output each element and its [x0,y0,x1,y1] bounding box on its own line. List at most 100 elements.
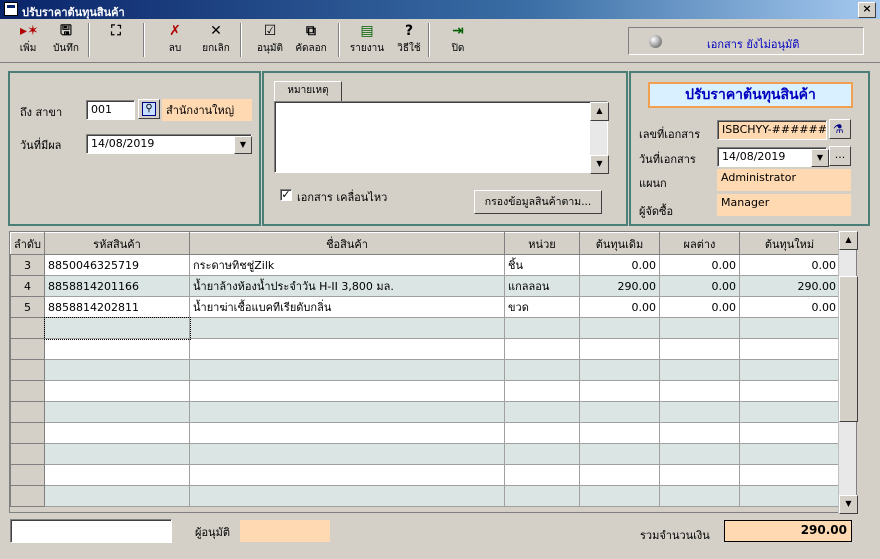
table-cell[interactable] [504,380,580,402]
table-cell[interactable] [504,359,580,381]
table-row[interactable] [10,485,840,507]
table-cell[interactable] [579,338,660,360]
column-header[interactable]: ต้นทุนเดิม [579,232,660,255]
table-cell[interactable] [504,485,580,507]
table-cell[interactable] [659,338,740,360]
table-cell[interactable]: 0.00 [659,275,740,297]
table-row[interactable]: 3 8850046325719 กระดาษทิชชู่Zilk ชิ้น 0.00 0.… [10,254,840,276]
toolbar-button-cancel[interactable]: ✕ ยกเลิก [196,21,236,59]
grid-scroll-down-icon[interactable]: ▼ [839,495,858,514]
grid-scrollbar[interactable]: ▲ ▼ [838,231,858,514]
table-cell[interactable] [579,485,660,507]
effective-date-dropdown-button[interactable]: ▼ [234,136,252,154]
table-cell[interactable] [504,422,580,444]
notes-scroll-up-icon[interactable]: ▲ [590,102,609,121]
table-cell[interactable] [659,464,740,486]
table-cell[interactable] [579,380,660,402]
toolbar-button-add[interactable]: ▸✶ เพิ่ม [8,21,48,59]
table-cell[interactable]: 8850046325719 [44,254,190,276]
table-cell[interactable] [739,359,840,381]
table-row[interactable] [10,359,840,381]
table-cell[interactable] [739,464,840,486]
table-cell[interactable]: 290.00 [579,275,660,297]
table-cell[interactable]: 0.00 [579,296,660,318]
table-cell[interactable] [659,380,740,402]
table-cell[interactable] [189,422,505,444]
table-row[interactable]: 5 8858814202811 น้ำยาฆ่าเชื้อแบคทีเรียดับก… [10,296,840,318]
table-cell[interactable] [579,317,660,339]
table-cell[interactable] [44,401,190,423]
toolbar-button-find[interactable]: ⛶ [96,21,136,59]
table-cell[interactable] [579,422,660,444]
toolbar-button-report[interactable]: ▤ รายงาน [347,21,387,59]
table-cell[interactable]: 0.00 [659,254,740,276]
table-cell[interactable] [189,443,505,465]
table-cell[interactable] [579,443,660,465]
branch-search-button[interactable]: ⚲ [138,99,160,119]
table-cell[interactable] [504,464,580,486]
column-header[interactable]: หน่วย [504,232,580,255]
branch-code-input[interactable]: 001 [86,100,135,120]
table-cell[interactable] [659,443,740,465]
table-cell[interactable] [189,401,505,423]
notes-scrollbar[interactable]: ▲ ▼ [590,102,609,174]
table-cell[interactable] [659,485,740,507]
column-header[interactable]: ผลต่าง [659,232,740,255]
table-cell[interactable]: ชิ้น [504,254,580,276]
table-row[interactable] [10,338,840,360]
table-cell[interactable]: 8858814202811 [44,296,190,318]
table-cell[interactable]: แกลลอน [504,275,580,297]
doc-no-input[interactable]: ISBCHYY-###### [717,120,827,140]
table-cell[interactable]: ขวด [504,296,580,318]
table-cell[interactable] [739,443,840,465]
table-cell[interactable] [659,317,740,339]
table-cell[interactable] [189,359,505,381]
table-cell[interactable] [44,485,190,507]
table-cell[interactable] [44,464,190,486]
table-row[interactable] [10,464,840,486]
table-cell[interactable] [189,338,505,360]
table-cell[interactable] [44,359,190,381]
effective-date-input[interactable]: 14/08/2019 [86,134,252,154]
table-cell[interactable] [504,443,580,465]
table-cell[interactable] [739,380,840,402]
table-cell[interactable] [504,401,580,423]
table-cell[interactable] [739,422,840,444]
table-cell[interactable] [189,485,505,507]
toolbar-button-delete[interactable]: ✗ ลบ [155,21,195,59]
doc-date-dropdown-button[interactable]: ▼ [811,149,829,167]
table-row[interactable] [10,380,840,402]
tab-notes[interactable]: หมายเหตุ [274,81,342,101]
table-cell[interactable] [739,317,840,339]
table-cell[interactable] [44,422,190,444]
notes-textarea[interactable] [274,101,608,173]
toolbar-button-copy[interactable]: ⧉ คัดลอก [291,21,331,59]
table-cell[interactable] [739,338,840,360]
table-cell[interactable]: 0.00 [739,296,840,318]
table-cell[interactable]: 0.00 [579,254,660,276]
notes-scroll-down-icon[interactable]: ▼ [590,155,609,174]
table-cell[interactable] [579,464,660,486]
table-cell[interactable] [44,443,190,465]
table-cell[interactable] [43,316,191,340]
table-cell[interactable]: 8858814201166 [44,275,190,297]
table-cell[interactable] [44,380,190,402]
table-cell[interactable]: น้ำยาล้างห้องน้ำประจำวัน H-II 3,800 มล. [189,275,505,297]
column-header[interactable]: ชื่อสินค้า [189,232,505,255]
column-header[interactable]: ต้นทุนใหม่ [739,232,840,255]
grid-scroll-thumb[interactable] [839,276,858,422]
table-cell[interactable]: น้ำยาฆ่าเชื้อแบคทีเรียดับกลิ่น [189,296,505,318]
table-cell[interactable] [44,338,190,360]
table-cell[interactable] [504,317,580,339]
table-row[interactable] [10,443,840,465]
table-row[interactable]: 4 8858814201166 น้ำยาล้างห้องน้ำประจำวัน H… [10,275,840,297]
moving-doc-checkbox[interactable]: ✓ [280,189,292,201]
doc-no-generate-button[interactable]: ⚗ [829,119,851,139]
toolbar-button-save[interactable]: 🖫 บันทึก [46,21,86,59]
table-cell[interactable]: 290.00 [739,275,840,297]
toolbar-button-help[interactable]: ? วิธีใช้ [389,21,429,59]
table-cell[interactable] [504,338,580,360]
footer-left-input[interactable] [10,519,172,543]
doc-date-more-button[interactable]: ... [829,146,851,166]
table-cell[interactable]: กระดาษทิชชู่Zilk [189,254,505,276]
